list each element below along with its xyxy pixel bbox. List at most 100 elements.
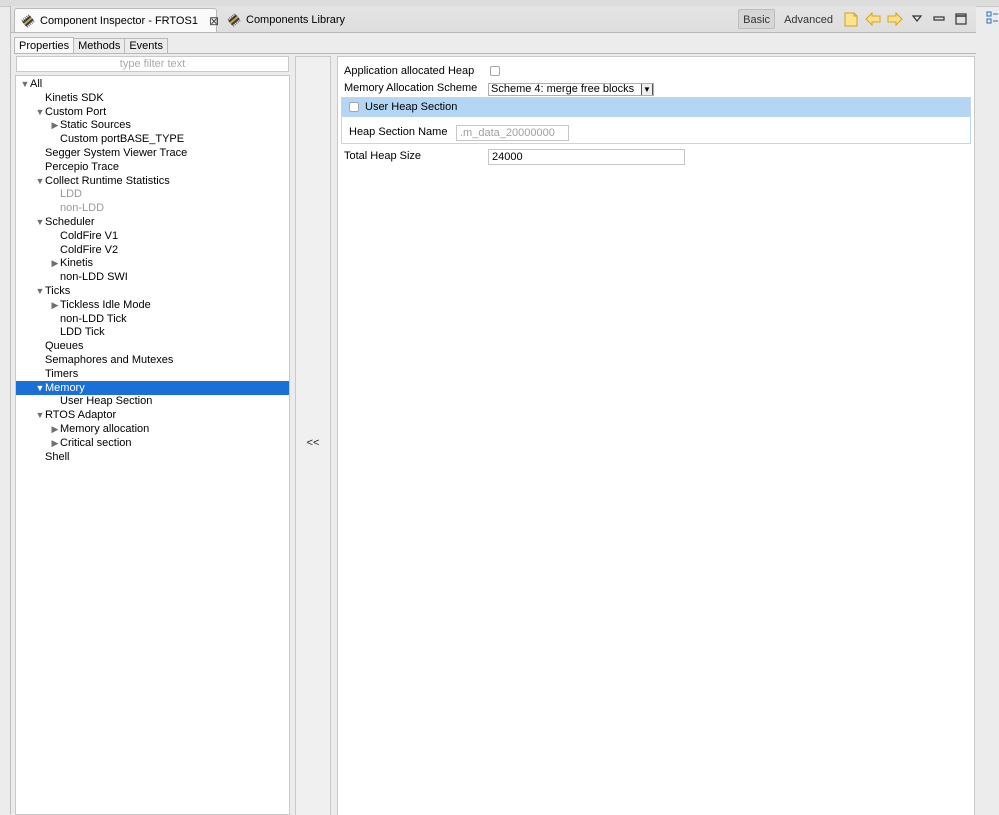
- maximize-icon[interactable]: [952, 10, 970, 28]
- tree-item-label: RTOS Adaptor: [45, 409, 117, 422]
- tree-item[interactable]: ▼ Ticks: [16, 284, 289, 298]
- tree-item[interactable]: Kinetis SDK: [16, 91, 289, 105]
- basic-mode-button[interactable]: Basic: [738, 9, 776, 29]
- tree-item[interactable]: ▶ Memory allocation: [16, 422, 289, 436]
- tree-item[interactable]: ▶ Kinetis: [16, 256, 289, 270]
- tree-item[interactable]: ▼ Memory: [16, 380, 289, 395]
- tree-item-label: Critical section: [60, 436, 132, 449]
- view-menu-icon[interactable]: [908, 10, 926, 28]
- expanded-twisty-icon[interactable]: ▼: [35, 215, 45, 229]
- pane-splitter[interactable]: <<: [295, 56, 331, 815]
- tree-item[interactable]: ▼ Collect Runtime Statistics: [16, 174, 289, 188]
- component-chip-icon: [227, 13, 241, 27]
- tree-item-label: Kinetis SDK: [45, 91, 104, 104]
- tree-item[interactable]: Segger System Viewer Trace: [16, 146, 289, 160]
- collapsed-twisty-icon[interactable]: ▶: [50, 422, 60, 436]
- user-heap-section-header[interactable]: User Heap Section: [342, 98, 970, 117]
- tree-pane: type filter text ▼ All Kinetis SDK ▼ Custom …: [14, 54, 290, 815]
- tab-component-inspector-label: Component Inspector - FRTOS1: [40, 14, 198, 27]
- tree-item-label: Memory allocation: [60, 423, 150, 435]
- tree-item[interactable]: non-LDD: [16, 201, 289, 215]
- user-heap-checkbox[interactable]: [349, 102, 359, 112]
- tree-item-label: User Heap Section: [60, 395, 153, 408]
- tree-item[interactable]: Percepio Trace: [16, 160, 289, 174]
- collapsed-twisty-icon[interactable]: ▶: [50, 256, 60, 270]
- tree-item[interactable]: User Heap Section: [16, 394, 289, 408]
- tree-item[interactable]: ColdFire V2: [16, 243, 289, 257]
- minimize-icon[interactable]: [930, 10, 948, 28]
- filter-input[interactable]: type filter text: [16, 56, 289, 72]
- property-tree: ▼ All Kinetis SDK ▼ Custom Port ▶ Static Sourc…: [15, 75, 290, 815]
- tree-item-label: Custom portBASE_TYPE: [60, 133, 185, 146]
- expanded-twisty-icon[interactable]: ▼: [35, 381, 45, 395]
- tree-item[interactable]: ▼ Custom Port: [16, 105, 289, 119]
- view-toolbar: Basic Advanced: [738, 8, 970, 30]
- tree-item[interactable]: ▼ Scheduler: [16, 215, 289, 229]
- tree-item[interactable]: LDD: [16, 187, 289, 201]
- collapsed-twisty-icon[interactable]: ▶: [50, 298, 60, 312]
- tree-item[interactable]: ▼ All: [16, 77, 289, 91]
- tree-item-label: Semaphores and Mutexes: [45, 354, 174, 366]
- expanded-twisty-icon[interactable]: ▼: [35, 408, 45, 422]
- tree-item-label: ColdFire V2: [60, 243, 119, 256]
- tree-item-label: Custom Port: [45, 105, 107, 118]
- user-heap-section-group: User Heap Section Heap Section Name .m_d…: [341, 97, 971, 144]
- back-arrow-icon[interactable]: [864, 10, 882, 28]
- tree-item[interactable]: ▶ Static Sources: [16, 118, 289, 132]
- collapsed-twisty-icon[interactable]: ▶: [50, 118, 60, 132]
- tab-events[interactable]: Events: [124, 38, 168, 54]
- collapsed-twisty-icon[interactable]: ▶: [50, 436, 60, 450]
- tree-item-label: LDD Tick: [60, 326, 105, 339]
- advanced-mode-button[interactable]: Advanced: [779, 9, 838, 29]
- tree-item[interactable]: Shell: [16, 450, 289, 464]
- close-tab-icon[interactable]: ⊠: [209, 14, 219, 28]
- tree-item-label: LDD: [60, 188, 83, 201]
- outline-view-icon[interactable]: [986, 11, 999, 25]
- app-heap-checkbox[interactable]: [490, 66, 500, 76]
- alloc-scheme-select[interactable]: Scheme 4: merge free blocks ▼: [488, 83, 654, 96]
- forward-arrow-icon[interactable]: [886, 10, 904, 28]
- tree-item[interactable]: Timers: [16, 367, 289, 381]
- tree-item-label: Static Sources: [60, 119, 131, 132]
- total-heap-input[interactable]: 24000: [488, 149, 685, 165]
- component-inspector-view: Component Inspector - FRTOS1 ⊠ Component…: [10, 6, 976, 815]
- tree-item-label: Memory: [45, 381, 85, 394]
- tree-item[interactable]: ▼ RTOS Adaptor: [16, 408, 289, 422]
- component-chip-icon: [21, 13, 35, 28]
- user-heap-label: User Heap Section: [365, 101, 458, 113]
- tree-item-label: All: [30, 78, 43, 90]
- tree-item[interactable]: Custom portBASE_TYPE: [16, 132, 289, 146]
- tree-item[interactable]: ▶ Critical section: [16, 436, 289, 450]
- tree-item[interactable]: Queues: [16, 339, 289, 353]
- tree-item[interactable]: LDD Tick: [16, 325, 289, 339]
- tab-properties[interactable]: Properties: [14, 37, 75, 54]
- expanded-twisty-icon[interactable]: ▼: [20, 77, 30, 91]
- tree-item-label: non-LDD: [60, 202, 105, 215]
- tree-item-label: Queues: [45, 340, 84, 353]
- tree-item[interactable]: non-LDD Tick: [16, 312, 289, 326]
- app-heap-label: Application allocated Heap: [344, 65, 475, 77]
- tab-methods[interactable]: Methods: [73, 38, 126, 54]
- tree-item-label: non-LDD Tick: [60, 312, 127, 325]
- tab-components-library-label: Components Library: [246, 14, 346, 26]
- tab-components-library[interactable]: Components Library: [221, 8, 351, 32]
- properties-content: type filter text ▼ All Kinetis SDK ▼ Custom …: [14, 53, 976, 815]
- expanded-twisty-icon[interactable]: ▼: [35, 284, 45, 298]
- note-icon[interactable]: [842, 10, 860, 28]
- expanded-twisty-icon[interactable]: ▼: [35, 174, 45, 188]
- tree-item-label: Timers: [45, 367, 79, 380]
- heap-section-name-label: Heap Section Name: [349, 126, 448, 138]
- tree-item-label: Shell: [45, 450, 70, 463]
- tree-item[interactable]: non-LDD SWI: [16, 270, 289, 284]
- tab-component-inspector[interactable]: Component Inspector - FRTOS1 ⊠: [14, 8, 219, 32]
- tree-item-label: Collect Runtime Statistics: [45, 174, 170, 187]
- heap-section-name-input[interactable]: .m_data_20000000: [456, 125, 569, 141]
- tree-item[interactable]: Semaphores and Mutexes: [16, 353, 289, 367]
- collapse-button[interactable]: <<: [296, 437, 330, 449]
- tree-item[interactable]: ▶ Tickless Idle Mode: [16, 298, 289, 312]
- tree-item[interactable]: ColdFire V1: [16, 229, 289, 243]
- alloc-scheme-label: Memory Allocation Scheme: [344, 82, 478, 94]
- tree-item-label: non-LDD SWI: [60, 271, 128, 284]
- expanded-twisty-icon[interactable]: ▼: [35, 105, 45, 119]
- dropdown-arrow-icon[interactable]: ▼: [641, 84, 653, 95]
